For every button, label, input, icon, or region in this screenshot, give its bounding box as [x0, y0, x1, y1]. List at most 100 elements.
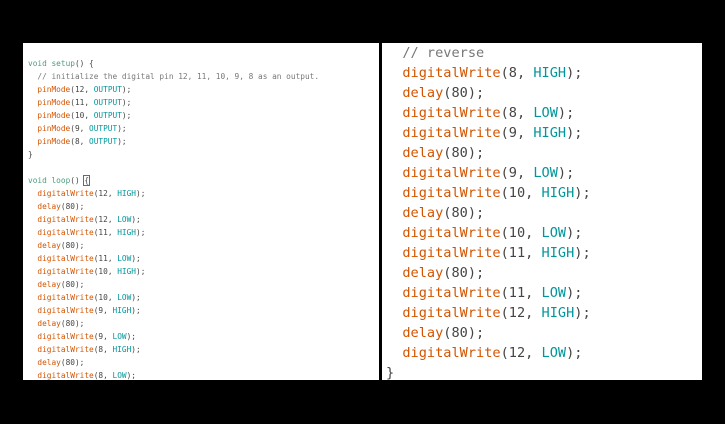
code-token: digitalWrite: [402, 345, 501, 361]
code-line: digitalWrite(12, LOW);: [28, 213, 140, 226]
code-token: LOW: [541, 225, 567, 241]
code-token: HIGH: [541, 245, 575, 261]
code-token: (12,: [500, 345, 542, 361]
code-line: void loop() {: [28, 174, 91, 187]
code-token: (10,: [500, 225, 542, 241]
code-editor-left[interactable]: void setup() { // initialize the digital…: [23, 43, 379, 380]
code-token: void: [28, 176, 47, 185]
code-token: pinMode: [37, 85, 71, 94]
text-cursor: {: [83, 175, 91, 186]
code-token: );: [131, 254, 141, 263]
code-token: HIGH: [112, 345, 132, 354]
code-token: }: [28, 150, 33, 159]
code-token: digitalWrite: [402, 125, 501, 141]
code-line: digitalWrite(12, HIGH);: [28, 187, 145, 200]
code-token: pinMode: [37, 98, 71, 107]
code-line: digitalWrite(10, HIGH);: [28, 265, 145, 278]
code-token: );: [126, 332, 136, 341]
code-token: // initialize the digital pin 12, 11, 10…: [28, 72, 320, 81]
code-line: digitalWrite(10, LOW);: [386, 223, 582, 243]
code-token: digitalWrite: [37, 332, 94, 341]
code-token: LOW: [533, 165, 558, 181]
code-line: }: [386, 363, 394, 380]
code-token: (8,: [500, 65, 534, 81]
code-line: digitalWrite(12, HIGH);: [386, 303, 591, 323]
code-line: digitalWrite(10, LOW);: [28, 291, 141, 304]
code-token: (11,: [93, 228, 118, 237]
code-line: digitalWrite(9, LOW);: [28, 330, 136, 343]
code-token: );: [131, 345, 141, 354]
code-token: HIGH: [541, 305, 575, 321]
code-token: () {: [74, 59, 94, 68]
code-token: digitalWrite: [37, 306, 94, 315]
code-token: delay: [37, 280, 61, 289]
code-token: );: [574, 305, 591, 321]
code-token: (9,: [93, 306, 113, 315]
code-token: (80);: [443, 205, 485, 221]
code-token: LOW: [533, 105, 558, 121]
code-line: delay(80);: [28, 317, 84, 330]
code-token: LOW: [117, 293, 132, 302]
code-line: digitalWrite(11, LOW);: [386, 283, 582, 303]
code-token: digitalWrite: [37, 371, 94, 380]
code-token: (80);: [443, 85, 485, 101]
code-token: (10,: [93, 293, 118, 302]
code-line: pinMode(10, OUTPUT);: [28, 109, 131, 122]
code-token: digitalWrite: [402, 185, 501, 201]
code-line: delay(80);: [386, 83, 484, 103]
code-token: (12,: [93, 189, 118, 198]
code-token: );: [126, 371, 136, 380]
code-editor-right[interactable]: // reverse digitalWrite(8, HIGH); delay(…: [382, 43, 702, 380]
code-line: delay(80);: [386, 263, 484, 283]
code-token: digitalWrite: [37, 215, 94, 224]
code-token: (9,: [500, 165, 534, 181]
code-line: delay(80);: [386, 143, 484, 163]
code-line: pinMode(11, OUTPUT);: [28, 96, 131, 109]
code-token: (80);: [443, 265, 485, 281]
code-token: (9,: [70, 124, 90, 133]
code-token: OUTPUT: [93, 98, 122, 107]
code-token: );: [136, 228, 146, 237]
code-line: digitalWrite(11, HIGH);: [386, 243, 590, 263]
code-token: loop: [51, 176, 71, 185]
code-token: );: [131, 306, 141, 315]
code-line: digitalWrite(11, LOW);: [28, 252, 141, 265]
code-token: digitalWrite: [402, 225, 501, 241]
code-token: digitalWrite: [37, 254, 94, 263]
code-token: (10,: [93, 267, 118, 276]
code-token: (9,: [93, 332, 113, 341]
code-token: OUTPUT: [93, 111, 122, 120]
code-token: HIGH: [541, 185, 575, 201]
code-token: digitalWrite: [37, 345, 94, 354]
code-line: digitalWrite(8, LOW);: [386, 103, 574, 123]
code-token: (): [70, 176, 85, 185]
code-token: LOW: [112, 332, 127, 341]
code-token: (12,: [93, 215, 118, 224]
code-token: );: [131, 293, 141, 302]
code-token: );: [566, 65, 583, 81]
code-token: OUTPUT: [93, 85, 122, 94]
code-token: (11,: [70, 98, 94, 107]
code-token: (8,: [500, 105, 534, 121]
code-line: digitalWrite(11, HIGH);: [28, 226, 145, 239]
code-token: HIGH: [112, 306, 132, 315]
code-line: delay(80);: [28, 200, 84, 213]
code-token: (12,: [500, 305, 542, 321]
